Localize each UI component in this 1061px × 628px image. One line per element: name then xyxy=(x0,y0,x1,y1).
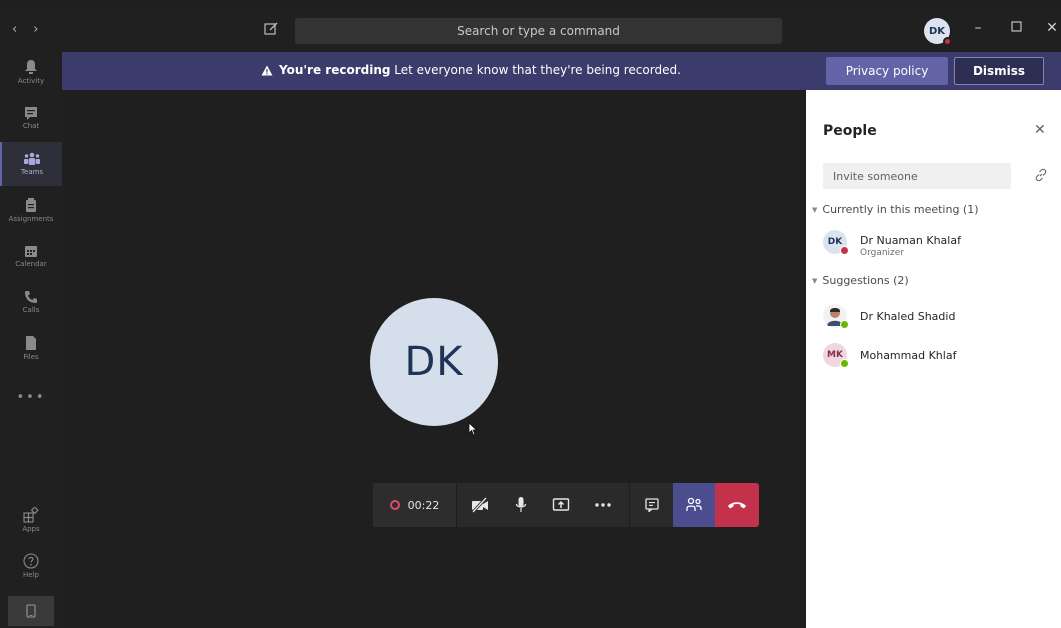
rail-item-label: Assignments xyxy=(8,215,54,223)
privacy-policy-button[interactable]: Privacy policy xyxy=(826,57,948,85)
recording-message: You're recording Let everyone know that … xyxy=(261,63,681,77)
compose-icon[interactable] xyxy=(263,21,279,37)
help-icon xyxy=(23,553,39,569)
suggestion-row[interactable]: Dr Khaled Shadid xyxy=(823,304,1053,334)
recording-indicator: 00:22 xyxy=(373,483,457,527)
call-controls: 00:22 xyxy=(373,483,759,527)
ellipsis-icon xyxy=(595,503,611,507)
rail-item-label: Calls xyxy=(22,306,40,314)
chevron-down-icon: ▼ xyxy=(812,206,818,214)
invite-input[interactable]: Invite someone xyxy=(823,163,1011,189)
teams-icon xyxy=(24,152,40,165)
rail-item-label: Apps xyxy=(22,525,40,533)
apps-icon xyxy=(23,507,39,523)
section-label: Currently in this meeting (1) xyxy=(822,203,979,216)
maximize-button[interactable] xyxy=(1006,20,1026,36)
profile-avatar[interactable]: DK xyxy=(924,18,952,46)
warning-icon xyxy=(261,65,273,76)
close-panel-button[interactable]: ✕ xyxy=(1034,122,1046,138)
rail-item-files[interactable]: Files xyxy=(0,326,62,370)
recording-banner: You're recording Let everyone know that … xyxy=(62,52,1061,90)
people-panel: People ✕ Invite someone ▼ Currently in th… xyxy=(806,90,1061,628)
show-conversation-button[interactable] xyxy=(629,483,673,527)
rail-item-label: Help xyxy=(23,571,39,579)
rail-item-activity[interactable]: Activity xyxy=(0,50,62,94)
suggestion-row[interactable]: MK Mohammad Khlaf xyxy=(823,343,1053,373)
suggestion-name: Dr Khaled Shadid xyxy=(860,310,956,323)
rail-item-label: Activity xyxy=(17,77,45,85)
participant-name: Dr Nuaman Khalaf xyxy=(860,234,961,247)
recording-description: Let everyone know that they're being rec… xyxy=(394,63,681,77)
participant-role: Organizer xyxy=(860,248,905,258)
show-participants-button[interactable] xyxy=(673,483,715,527)
participant-row[interactable]: DK Dr Nuaman Khalaf Organizer xyxy=(823,230,1053,260)
forward-arrow-icon[interactable]: › xyxy=(33,22,38,37)
device-button[interactable] xyxy=(8,596,54,626)
busy-status-icon xyxy=(840,246,849,255)
calendar-icon xyxy=(25,246,37,257)
rail-item-chat[interactable]: Chat xyxy=(0,96,62,140)
microphone-icon xyxy=(515,497,527,512)
phone-icon xyxy=(25,291,37,303)
rail-item-teams[interactable]: Teams xyxy=(0,142,62,186)
copy-link-icon[interactable] xyxy=(1034,168,1048,182)
title-bar: ‹ › Search or type a command DK – ✕ xyxy=(0,10,1061,50)
available-status-icon xyxy=(840,320,849,329)
rail-item-apps[interactable]: Apps xyxy=(0,498,62,542)
file-icon xyxy=(26,336,36,350)
hang-up-button[interactable] xyxy=(715,483,759,527)
rail-item-label: Teams xyxy=(20,168,44,176)
record-icon xyxy=(389,500,400,510)
recording-timer: 00:22 xyxy=(407,498,440,512)
app-rail: Activity Chat Teams Assignments Calendar… xyxy=(0,50,62,628)
dismiss-button[interactable]: Dismiss xyxy=(954,57,1044,85)
participant-avatar: DK xyxy=(370,298,498,426)
mouse-cursor-icon xyxy=(468,422,478,436)
more-actions-button[interactable] xyxy=(581,483,625,527)
more-apps-button[interactable]: ••• xyxy=(0,390,62,405)
meeting-stage: DK 00:22 xyxy=(62,90,806,628)
rail-item-label: Chat xyxy=(22,122,40,130)
chevron-down-icon: ▼ xyxy=(812,277,818,285)
mute-button[interactable] xyxy=(501,483,541,527)
rail-item-label: Calendar xyxy=(15,260,47,268)
panel-title: People xyxy=(823,123,877,139)
people-icon xyxy=(686,497,702,511)
suggestion-name: Mohammad Khlaf xyxy=(860,349,957,362)
close-window-button[interactable]: ✕ xyxy=(1042,20,1061,36)
busy-status-icon xyxy=(943,37,952,46)
available-status-icon xyxy=(840,359,849,368)
hang-up-icon xyxy=(728,502,746,509)
chat-icon xyxy=(25,107,37,120)
search-input[interactable]: Search or type a command xyxy=(295,18,782,44)
rail-item-help[interactable]: Help xyxy=(0,544,62,588)
minimize-button[interactable]: – xyxy=(968,20,988,36)
teams-window: ‹ › Search or type a command DK – ✕ Acti… xyxy=(0,0,1061,628)
share-screen-icon xyxy=(552,498,570,511)
bell-icon xyxy=(25,60,37,74)
rail-item-assignments[interactable]: Assignments xyxy=(0,188,62,232)
nav-arrows: ‹ › xyxy=(12,22,38,37)
mobile-device-icon xyxy=(26,604,36,618)
share-screen-button[interactable] xyxy=(541,483,581,527)
assignments-icon xyxy=(26,198,36,212)
in-meeting-section-header[interactable]: ▼ Currently in this meeting (1) xyxy=(812,203,979,216)
rail-item-calls[interactable]: Calls xyxy=(0,280,62,324)
back-arrow-icon[interactable]: ‹ xyxy=(12,22,17,37)
recording-title: You're recording xyxy=(279,63,391,77)
avatar-initials: DK xyxy=(928,25,946,37)
chat-icon xyxy=(644,498,659,512)
camera-toggle-button[interactable] xyxy=(459,483,501,527)
rail-item-calendar[interactable]: Calendar xyxy=(0,234,62,278)
camera-off-icon xyxy=(471,497,488,513)
section-label: Suggestions (2) xyxy=(822,274,909,287)
maximize-icon xyxy=(1010,21,1022,32)
suggestions-section-header[interactable]: ▼ Suggestions (2) xyxy=(812,274,909,287)
rail-item-label: Files xyxy=(23,353,39,361)
